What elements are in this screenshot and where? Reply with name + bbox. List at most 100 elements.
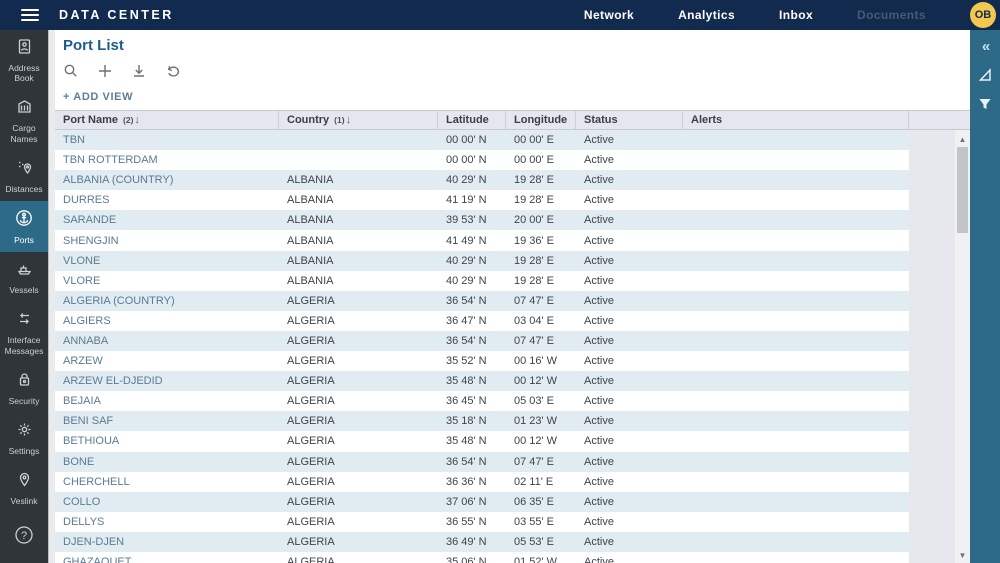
table-row[interactable]: VLONEALBANIA40 29' N19 28' EActive: [55, 251, 955, 271]
sidebar-item-vessels[interactable]: Vessels: [0, 252, 48, 302]
port-name-cell[interactable]: BETHIOUA: [55, 431, 279, 451]
port-name-cell[interactable]: SARANDE: [55, 210, 279, 230]
status-cell: Active: [576, 271, 683, 291]
latitude-cell: 37 06' N: [438, 492, 506, 512]
table-row[interactable]: GHAZAOUETALGERIA35 06' N01 52' WActive: [55, 552, 955, 563]
country-cell: ALGERIA: [279, 291, 438, 311]
filter-funnel-icon[interactable]: [977, 96, 993, 112]
port-name-cell[interactable]: TBN: [55, 130, 279, 150]
country-cell: ALGERIA: [279, 452, 438, 472]
table-row[interactable]: DELLYSALGERIA36 55' N03 55' EActive: [55, 512, 955, 532]
port-name-cell[interactable]: ARZEW: [55, 351, 279, 371]
port-name-cell[interactable]: ANNABA: [55, 331, 279, 351]
table-row[interactable]: ALGERIA (COUNTRY)ALGERIA36 54' N07 47' E…: [55, 291, 955, 311]
column-header-latitude[interactable]: Latitude: [438, 111, 506, 129]
triangle-tool-icon[interactable]: [977, 67, 993, 83]
status-cell: Active: [576, 190, 683, 210]
port-name-cell[interactable]: BENI SAF: [55, 411, 279, 431]
table-row[interactable]: ARZEW EL-DJEDIDALGERIA35 48' N00 12' WAc…: [55, 371, 955, 391]
sidebar-item-security[interactable]: Security: [0, 363, 48, 413]
table-row[interactable]: BONEALGERIA36 54' N07 47' EActive: [55, 452, 955, 472]
country-cell: ALBANIA: [279, 271, 438, 291]
table-row[interactable]: DURRESALBANIA41 19' N19 28' EActive: [55, 190, 955, 210]
menu-hamburger-icon[interactable]: [21, 6, 39, 24]
sidebar-item-distances[interactable]: Distances: [0, 151, 48, 201]
table-row[interactable]: BEJAIAALGERIA36 45' N05 03' EActive: [55, 391, 955, 411]
list-toolbar: [63, 62, 970, 80]
port-name-cell[interactable]: DELLYS: [55, 512, 279, 532]
sidebar-item-address-book[interactable]: Address Book: [0, 30, 48, 90]
sidebar-item-cargo-names[interactable]: Cargo Names: [0, 90, 48, 150]
table-row[interactable]: ALBANIA (COUNTRY)ALBANIA40 29' N19 28' E…: [55, 170, 955, 190]
row-spacer: [909, 251, 955, 271]
collapse-panel-icon[interactable]: «: [982, 39, 988, 54]
add-view-button[interactable]: + ADD VIEW: [63, 91, 970, 103]
user-avatar[interactable]: OB: [970, 2, 996, 28]
download-icon[interactable]: [131, 63, 147, 79]
column-header-status[interactable]: Status: [576, 111, 683, 129]
add-icon[interactable]: [97, 63, 113, 79]
port-name-cell[interactable]: ALBANIA (COUNTRY): [55, 170, 279, 190]
latitude-cell: 40 29' N: [438, 251, 506, 271]
nav-network[interactable]: Network: [584, 8, 634, 22]
vertical-scrollbar[interactable]: ▲ ▼: [955, 130, 970, 563]
table-row[interactable]: SHENGJINALBANIA41 49' N19 36' EActive: [55, 230, 955, 250]
table-row[interactable]: TBN ROTTERDAM00 00' N00 00' EActive: [55, 150, 955, 170]
help-question-glyph: ?: [21, 530, 27, 542]
vessels-ship-icon: [16, 260, 33, 282]
port-name-cell[interactable]: BEJAIA: [55, 391, 279, 411]
port-name-cell[interactable]: VLONE: [55, 251, 279, 271]
port-name-cell[interactable]: TBN ROTTERDAM: [55, 150, 279, 170]
help-button[interactable]: ?: [0, 525, 48, 545]
longitude-cell: 05 53' E: [506, 532, 576, 552]
port-name-cell[interactable]: ALGERIA (COUNTRY): [55, 291, 279, 311]
port-name-cell[interactable]: VLORE: [55, 271, 279, 291]
column-header-alerts[interactable]: Alerts: [683, 111, 909, 129]
row-spacer: [909, 291, 955, 311]
sidebar-item-ports[interactable]: Ports: [0, 201, 48, 252]
column-header-country[interactable]: Country (1) ↓: [279, 111, 438, 129]
table-row[interactable]: BETHIOUAALGERIA35 48' N00 12' WActive: [55, 431, 955, 451]
sidebar-item-settings[interactable]: Settings: [0, 413, 48, 463]
port-name-cell[interactable]: BONE: [55, 452, 279, 472]
longitude-cell: 03 55' E: [506, 512, 576, 532]
column-header-longitude[interactable]: Longitude: [506, 111, 576, 129]
scroll-up-icon[interactable]: ▲: [955, 132, 970, 146]
table-row[interactable]: ALGIERSALGERIA36 47' N03 04' EActive: [55, 311, 955, 331]
port-name-cell[interactable]: ARZEW EL-DJEDID: [55, 371, 279, 391]
port-name-cell[interactable]: GHAZAOUET: [55, 552, 279, 563]
port-name-cell[interactable]: COLLO: [55, 492, 279, 512]
row-spacer: [909, 391, 955, 411]
port-name-cell[interactable]: CHERCHELL: [55, 472, 279, 492]
table-row[interactable]: COLLOALGERIA37 06' N06 35' EActive: [55, 492, 955, 512]
table-row[interactable]: BENI SAFALGERIA35 18' N01 23' WActive: [55, 411, 955, 431]
port-name-cell[interactable]: SHENGJIN: [55, 230, 279, 250]
table-row[interactable]: TBN00 00' N00 00' EActive: [55, 130, 955, 150]
search-icon[interactable]: [63, 63, 79, 79]
sidebar-item-interface-messages[interactable]: Interface Messages: [0, 302, 48, 362]
scroll-down-icon[interactable]: ▼: [955, 548, 970, 562]
latitude-cell: 35 48' N: [438, 371, 506, 391]
longitude-cell: 00 12' W: [506, 371, 576, 391]
scrollbar-thumb[interactable]: [957, 147, 968, 233]
longitude-cell: 00 00' E: [506, 150, 576, 170]
table-row[interactable]: SARANDEALBANIA39 53' N20 00' EActive: [55, 210, 955, 230]
port-name-cell[interactable]: ALGIERS: [55, 311, 279, 331]
column-header-port-name[interactable]: Port Name (2) ↓: [55, 111, 279, 129]
alerts-cell: [683, 150, 909, 170]
longitude-cell: 05 03' E: [506, 391, 576, 411]
table-row[interactable]: ANNABAALGERIA36 54' N07 47' EActive: [55, 331, 955, 351]
sidebar-splitter[interactable]: [48, 30, 55, 563]
table-row[interactable]: VLOREALBANIA40 29' N19 28' EActive: [55, 271, 955, 291]
port-name-cell[interactable]: DURRES: [55, 190, 279, 210]
nav-inbox[interactable]: Inbox: [779, 8, 813, 22]
undo-icon[interactable]: [165, 63, 182, 79]
country-cell: ALGERIA: [279, 472, 438, 492]
table-row[interactable]: DJEN-DJENALGERIA36 49' N05 53' EActive: [55, 532, 955, 552]
sidebar-item-veslink[interactable]: Veslink: [0, 463, 48, 513]
table-row[interactable]: ARZEWALGERIA35 52' N00 16' WActive: [55, 351, 955, 371]
row-spacer: [909, 230, 955, 250]
port-name-cell[interactable]: DJEN-DJEN: [55, 532, 279, 552]
nav-analytics[interactable]: Analytics: [678, 8, 735, 22]
table-row[interactable]: CHERCHELLALGERIA36 36' N02 11' EActive: [55, 472, 955, 492]
